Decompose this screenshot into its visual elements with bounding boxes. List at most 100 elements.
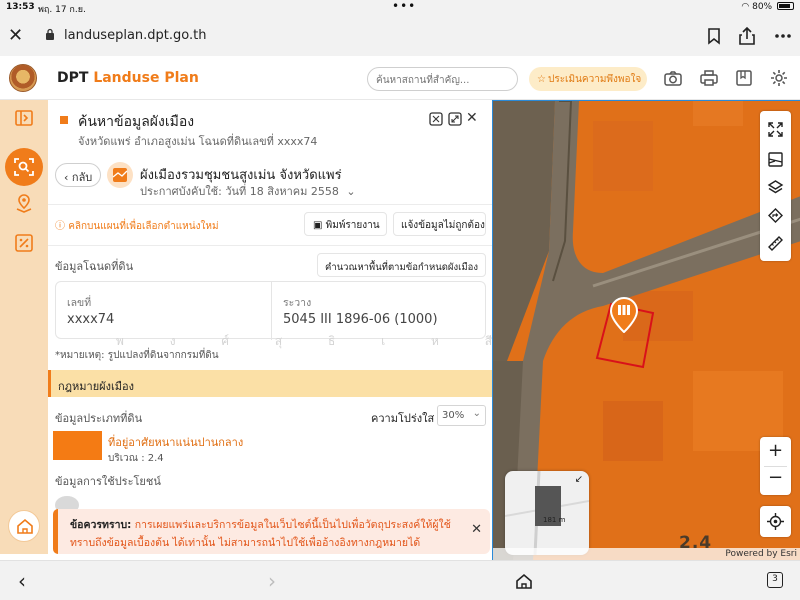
chevron-left-icon: ‹ [64, 171, 69, 184]
fullscreen-icon[interactable] [767, 121, 784, 138]
browser-bottom-toolbar: ‹ › 3 [0, 560, 800, 600]
crosshair-icon [767, 513, 784, 530]
disclaimer-banner: ข้อควรทราบ: การเผยแพร่และบริการข้อมูลในเ… [53, 509, 490, 554]
rate-satisfaction-button[interactable]: ☆ ประเมินความพึงพอใจ [529, 67, 647, 91]
zone-color-swatch [53, 431, 102, 460]
rate-label: ประเมินความพึงพอใจ [547, 74, 642, 85]
planning-law-title: กฎหมายผังเมือง [58, 380, 134, 393]
opacity-value: 30% [442, 410, 465, 421]
percent-calculator-icon[interactable] [12, 231, 36, 255]
deed-info-card: เลขที่ xxxx74 ระวาง 5045 III 1896-06 (10… [55, 281, 486, 340]
close-icon[interactable]: ✕ [8, 25, 23, 46]
forward-arrow-icon[interactable]: › [268, 569, 276, 593]
multitask-dots-icon[interactable]: ••• [392, 0, 416, 13]
tab-switcher-button[interactable]: 3 [767, 572, 783, 588]
status-time: 13:53 [6, 2, 35, 12]
info-circle-icon: ⓘ [55, 221, 65, 232]
zoom-out-button[interactable]: − [760, 467, 791, 488]
expand-panel-icon[interactable] [448, 112, 462, 126]
home-icon[interactable] [515, 572, 533, 590]
settings-gear-icon[interactable] [769, 68, 789, 88]
status-bar: 13:53 พฤ. 17 ก.ย. ••• ◠ 80% [0, 0, 800, 16]
print-icon[interactable] [699, 68, 719, 88]
print-report-label: พิมพ์รายงาน [325, 220, 380, 231]
planning-law-header[interactable]: กฎหมายผังเมือง [48, 370, 492, 397]
divider [48, 245, 492, 246]
disclaimer-line-2: ทราบถึงข้อมูลเบื้องต้น ได้เท่านั้น ไม่สา… [70, 537, 421, 549]
battery-percent: 80% [752, 2, 773, 12]
chevron-down-icon: ⌄ [472, 408, 481, 419]
divider [48, 204, 492, 205]
plan-info-panel: ค้นหาข้อมูลผังเมือง จังหวัดแพร่ อำเภอสูง… [48, 100, 492, 554]
close-panel-icon[interactable]: ✕ [466, 110, 480, 126]
scan-search-icon[interactable] [12, 155, 36, 179]
print-report-button[interactable]: ▣ พิมพ์รายงาน [304, 212, 387, 236]
opacity-select[interactable]: 30% ⌄ [437, 405, 486, 426]
zone-section-label: ข้อมูลประเภทที่ดิน [55, 412, 143, 425]
map-view[interactable]: + − 181 m ↙ 2.4 Powered by Esri [492, 100, 800, 560]
plan-date-text: ประกาศบังคับใช้: วันที่ 18 สิงหาคม 2558 [140, 185, 339, 198]
report-incorrect-label: แจ้งข้อมูลไม่ถูกต้อง [401, 220, 485, 231]
close-disclaimer-icon[interactable]: ✕ [471, 522, 482, 537]
map-toolbar [760, 111, 791, 261]
hint-text: คลิกบนแผนที่เพื่อเลือกตำแหน่งใหม่ [68, 221, 219, 232]
report-incorrect-button[interactable]: แจ้งข้อมูลไม่ถูกต้อง [393, 212, 486, 236]
more-icon[interactable] [773, 26, 793, 46]
disclaimer-text-1: การเผยแพร่และบริการข้อมูลในเว็บไซต์นี้เป… [131, 519, 451, 531]
measure-ruler-icon[interactable] [767, 235, 784, 252]
manual-book-icon[interactable] [734, 68, 754, 88]
back-button[interactable]: ‹ กลับ [55, 163, 101, 187]
star-icon: ☆ [537, 74, 546, 85]
map-click-hint: ⓘ คลิกบนแผนที่เพื่อเลือกตำแหน่งใหม่ [55, 217, 219, 234]
overview-map[interactable]: 181 m ↙ [505, 471, 589, 555]
location-layers-icon[interactable] [12, 192, 36, 216]
deed-number-value: xxxx74 [67, 312, 115, 327]
url-text[interactable]: landuseplan.dpt.go.th [64, 28, 206, 43]
opacity-label: ความโปร่งใส [371, 412, 435, 425]
calculate-area-button[interactable]: คำนวณหาพื้นที่ตามข้อกำหนดผังเมือง [317, 253, 486, 277]
zone-name: ที่อยู่อาศัยหนาแน่นปานกลาง [108, 436, 244, 449]
banner-accent [53, 509, 58, 554]
minimize-panel-icon[interactable] [429, 112, 443, 126]
usage-section-label: ข้อมูลการใช้ประโยชน์ [55, 475, 161, 488]
status-date: พฤ. 17 ก.ย. [38, 5, 86, 15]
back-arrow-icon[interactable]: ‹ [18, 569, 26, 593]
deed-number-label: เลขที่ [67, 297, 92, 309]
panel-subtitle: จังหวัดแพร่ อำเภอสูงเม่น โฉนดที่ดินเลขที… [78, 135, 318, 148]
dpt-logo[interactable] [9, 64, 37, 92]
plan-effective-date[interactable]: ประกาศบังคับใช้: วันที่ 18 สิงหาคม 2558 … [140, 182, 356, 200]
basemap-icon[interactable] [767, 151, 784, 168]
left-nav-rail [0, 100, 48, 554]
brand-title[interactable]: DPT Landuse Plan [57, 70, 199, 86]
collapse-panel-icon[interactable] [12, 106, 36, 130]
brand-name: Landuse Plan [93, 70, 199, 86]
home-icon [17, 518, 33, 534]
app-header: DPT Landuse Plan ☆ประเมินความพึงพอใจ [0, 56, 800, 100]
deed-section-label: ข้อมูลโฉนดที่ดิน [55, 260, 134, 273]
location-pin-icon[interactable] [610, 297, 638, 333]
locate-me-button[interactable] [760, 506, 791, 537]
share-icon[interactable] [737, 26, 757, 46]
wifi-icon: ◠ [741, 2, 750, 12]
place-search-input[interactable] [376, 69, 516, 92]
panel-title: ค้นหาข้อมูลผังเมือง [78, 114, 195, 130]
brand-dpt: DPT [57, 70, 89, 86]
zone-area: บริเวณ : 2.4 [108, 453, 164, 464]
place-search[interactable] [367, 67, 518, 92]
route-directions-icon[interactable] [767, 207, 784, 224]
collapse-overview-icon[interactable]: ↙ [575, 474, 583, 485]
layers-icon[interactable] [767, 179, 784, 196]
home-nav-button[interactable] [8, 510, 40, 542]
battery-icon [777, 2, 794, 10]
zoom-controls: + − [760, 437, 791, 495]
bookmark-icon[interactable] [704, 26, 724, 46]
browser-url-bar: ✕ landuseplan.dpt.go.th [0, 16, 800, 56]
back-label: กลับ [71, 171, 93, 184]
status-right: ◠ 80% [741, 2, 794, 12]
zoom-in-button[interactable]: + [760, 440, 791, 461]
camera-icon[interactable] [663, 68, 683, 88]
calculate-area-label: คำนวณหาพื้นที่ตามข้อกำหนดผังเมือง [325, 262, 478, 273]
esri-attribution-text[interactable]: Powered by Esri [725, 549, 797, 559]
map-attribution: Powered by Esri [493, 548, 800, 560]
chevron-down-icon[interactable]: ⌄ [346, 185, 355, 198]
